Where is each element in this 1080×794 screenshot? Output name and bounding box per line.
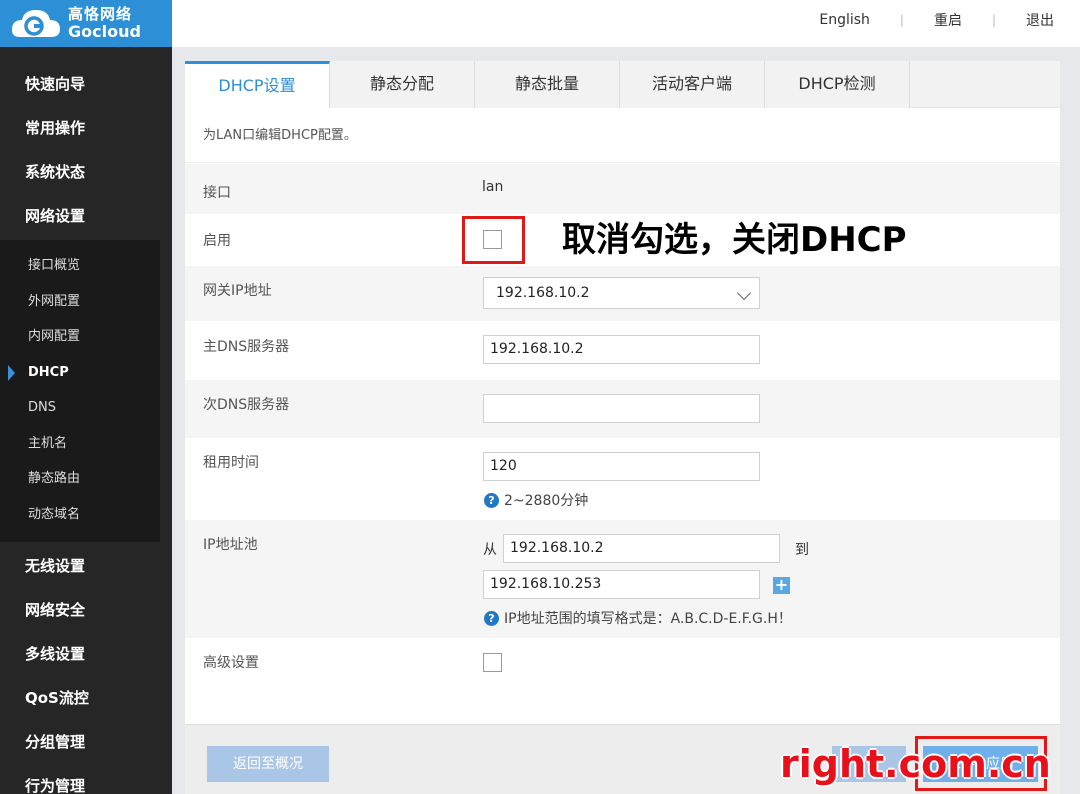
nav-qos[interactable]: QoS流控 xyxy=(0,676,172,720)
advanced-row: 高级设置 xyxy=(185,638,1060,698)
nav-common-ops[interactable]: 常用操作 xyxy=(0,106,172,150)
cloud-logo-icon xyxy=(10,7,62,41)
ip-pool-label: IP地址池 xyxy=(203,537,258,553)
top-bar: 高恪网络 Gocloud English | 重启 | 退出 xyxy=(0,0,1080,47)
nav-behavior[interactable]: 行为管理 xyxy=(0,764,172,794)
pool-hint: ? IP地址范围的填写格式是：A.B.C.D-E.F.G.H！ xyxy=(484,608,792,628)
highlight-box-enable xyxy=(462,216,525,264)
tab-static-assign[interactable]: 静态分配 xyxy=(330,61,475,108)
separator: | xyxy=(991,13,996,27)
advanced-label: 高级设置 xyxy=(203,655,259,671)
sub-wan-config[interactable]: 外网配置 xyxy=(0,284,160,320)
interface-value: lan xyxy=(482,179,504,195)
sidebar: 快速向导 常用操作 系统状态 网络设置 接口概览 外网配置 内网配置 DHCP … xyxy=(0,47,172,794)
gateway-value: 192.168.10.2 xyxy=(496,285,590,301)
help-icon: ? xyxy=(484,610,499,626)
lease-input[interactable]: 120 xyxy=(483,452,760,481)
tab-dhcp-settings[interactable]: DHCP设置 xyxy=(185,61,330,108)
separator: | xyxy=(899,13,904,27)
primary-dns-label: 主DNS服务器 xyxy=(203,339,290,355)
top-links: English | 重启 | 退出 xyxy=(819,0,1054,40)
pool-from-label: 从 xyxy=(483,542,497,558)
tab-static-batch[interactable]: 静态批量 xyxy=(475,61,620,108)
page-description: 为LAN口编辑DHCP配置。 xyxy=(185,108,1060,163)
tab-active-clients[interactable]: 活动客户端 xyxy=(620,61,765,108)
tab-bar: DHCP设置 静态分配 静态批量 活动客户端 DHCP检测 xyxy=(185,61,1060,108)
interface-row: 接口 lan xyxy=(185,164,1060,214)
nav-wireless[interactable]: 无线设置 xyxy=(0,544,172,588)
enable-label: 启用 xyxy=(203,233,231,249)
sub-ddns[interactable]: 动态域名 xyxy=(0,497,160,533)
primary-dns-input[interactable]: 192.168.10.2 xyxy=(483,335,760,364)
nav-security[interactable]: 网络安全 xyxy=(0,588,172,632)
brand-name-en: Gocloud xyxy=(68,22,141,41)
lease-hint-text: 2~2880分钟 xyxy=(504,493,589,509)
nav-network-settings[interactable]: 网络设置 xyxy=(0,194,172,238)
pool-hint-text: IP地址范围的填写格式是：A.B.C.D-E.F.G.H！ xyxy=(504,611,792,627)
nav-groups[interactable]: 分组管理 xyxy=(0,720,172,764)
main-panel: DHCP设置 静态分配 静态批量 活动客户端 DHCP检测 为LAN口编辑DHC… xyxy=(185,61,1060,794)
add-range-icon[interactable]: + xyxy=(773,577,790,594)
tab-dhcp-detect[interactable]: DHCP检测 xyxy=(765,61,910,108)
interface-label: 接口 xyxy=(203,185,231,201)
secondary-dns-row: 次DNS服务器 xyxy=(185,380,1060,438)
sub-dhcp[interactable]: DHCP xyxy=(0,355,160,391)
lease-row: 租用时间 120 ? 2~2880分钟 xyxy=(185,438,1060,520)
pool-from-input[interactable]: 192.168.10.2 xyxy=(503,534,780,563)
secondary-dns-input[interactable] xyxy=(483,394,760,423)
gateway-select[interactable]: 192.168.10.2 xyxy=(483,277,760,309)
watermark: right.com.cn xyxy=(780,742,1051,786)
network-submenu: 接口概览 外网配置 内网配置 DHCP DNS 主机名 静态路由 动态域名 xyxy=(0,240,160,542)
sub-interface-overview[interactable]: 接口概览 xyxy=(0,248,160,284)
logo: 高恪网络 Gocloud xyxy=(0,0,172,47)
reboot-link[interactable]: 重启 xyxy=(934,10,962,30)
lease-hint: ? 2~2880分钟 xyxy=(484,490,588,510)
secondary-dns-label: 次DNS服务器 xyxy=(203,397,290,413)
english-link[interactable]: English xyxy=(819,12,870,28)
advanced-checkbox[interactable] xyxy=(483,653,502,672)
gateway-label: 网关IP地址 xyxy=(203,283,272,299)
brand-name-cn: 高恪网络 xyxy=(68,5,133,23)
ip-pool-row: IP地址池 从 192.168.10.2 到 192.168.10.253 + … xyxy=(185,520,1060,638)
logout-link[interactable]: 退出 xyxy=(1026,10,1054,30)
chevron-down-icon xyxy=(736,285,752,301)
sub-dns[interactable]: DNS xyxy=(0,390,160,426)
back-to-overview-button[interactable]: 返回至概况 xyxy=(207,746,329,782)
pool-to-label: 到 xyxy=(795,542,809,558)
help-icon: ? xyxy=(484,492,499,508)
gateway-row: 网关IP地址 192.168.10.2 xyxy=(185,266,1060,321)
nav-multiwan[interactable]: 多线设置 xyxy=(0,632,172,676)
sub-static-route[interactable]: 静态路由 xyxy=(0,461,160,497)
sub-lan-config[interactable]: 内网配置 xyxy=(0,319,160,355)
annotation-text: 取消勾选，关闭DHCP xyxy=(562,220,907,260)
primary-dns-row: 主DNS服务器 192.168.10.2 xyxy=(185,321,1060,380)
nav-quick-wizard[interactable]: 快速向导 xyxy=(0,62,172,106)
lease-label: 租用时间 xyxy=(203,455,259,471)
pool-to-input[interactable]: 192.168.10.253 xyxy=(483,570,760,599)
nav-system-status[interactable]: 系统状态 xyxy=(0,150,172,194)
sub-hostname[interactable]: 主机名 xyxy=(0,426,160,462)
